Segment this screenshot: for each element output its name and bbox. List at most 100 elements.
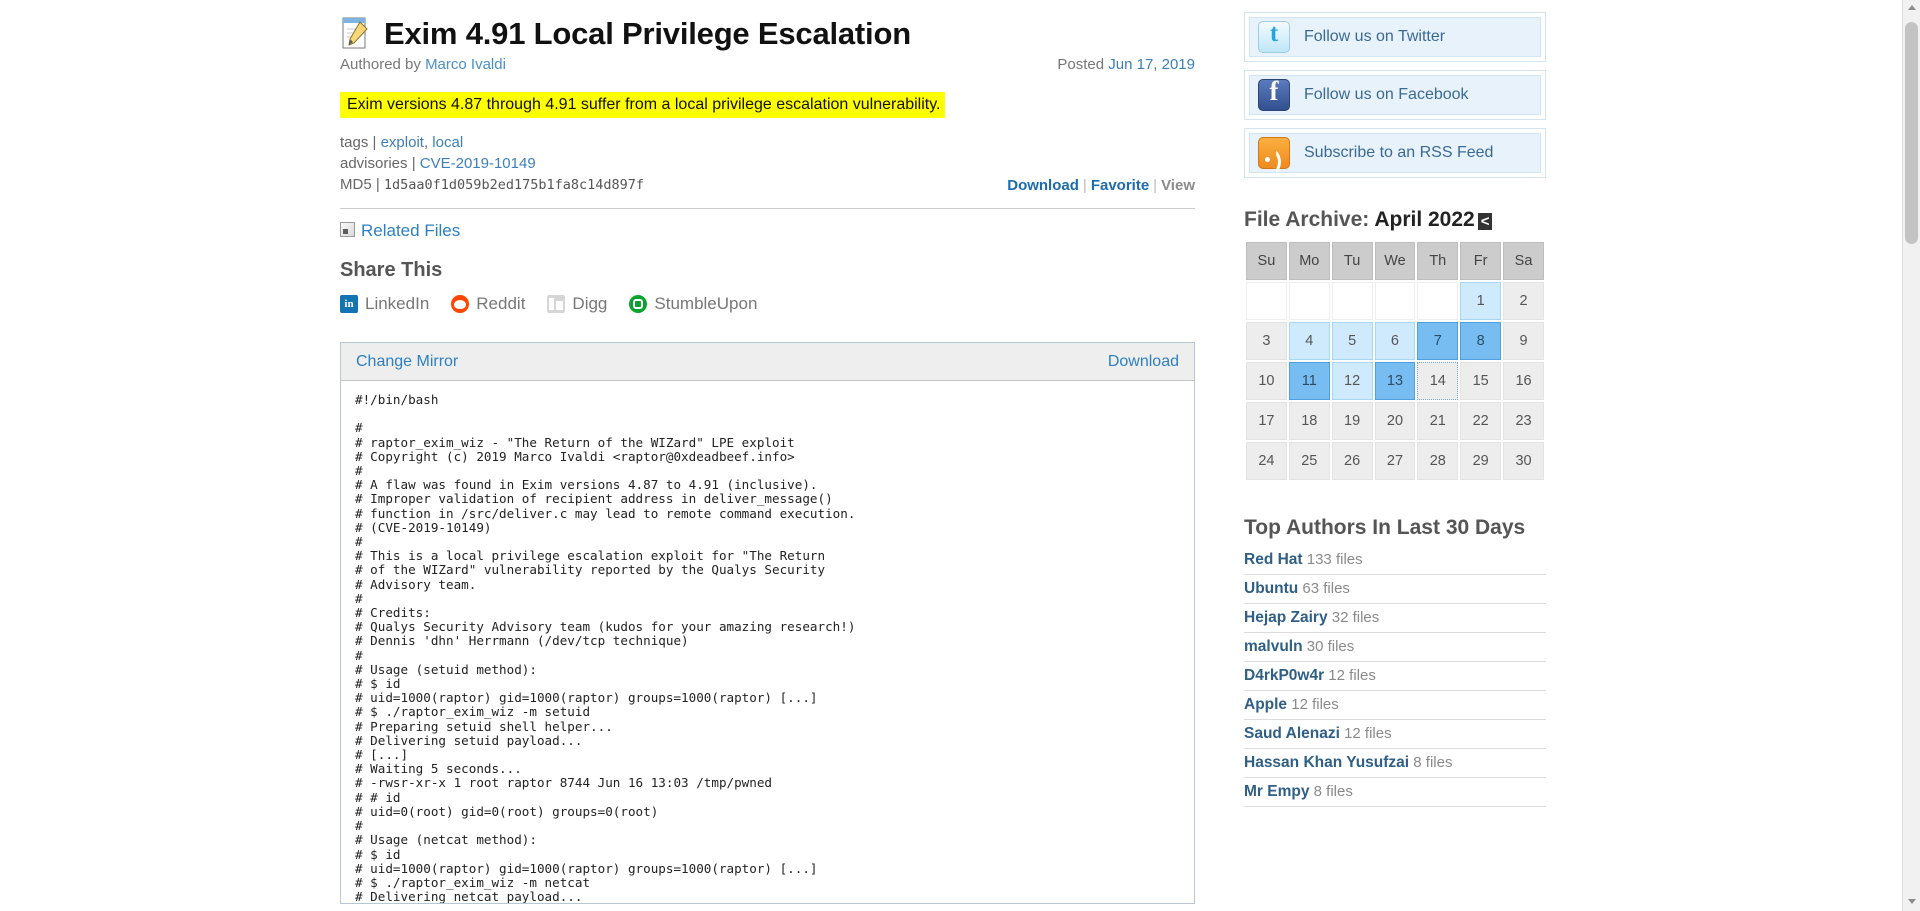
code-content: #!/bin/bash # # raptor_exim_wiz - "The R… [341,381,1194,903]
calendar-day-21[interactable]: 21 [1417,402,1458,440]
rss-subscribe-link[interactable]: Subscribe to an RSS Feed [1304,144,1493,162]
top-author-name: Ubuntu [1244,580,1298,597]
top-authors-list: Red Hat 133 filesUbuntu 63 filesHejap Za… [1244,546,1546,807]
archive-calendar: Su Mo Tu We Th Fr Sa 1234567891011121314… [1244,240,1546,482]
change-mirror-link[interactable]: Change Mirror [356,353,458,371]
facebook-follow-link[interactable]: Follow us on Facebook [1304,86,1469,104]
calendar-day-empty [1332,282,1373,320]
calendar-day-18[interactable]: 18 [1289,402,1330,440]
calendar-day-27[interactable]: 27 [1375,442,1416,480]
top-author-name: Hejap Zairy [1244,609,1328,626]
top-author-item[interactable]: D4rkP0w4r 12 files [1244,662,1546,691]
posted-date-link[interactable]: Jun 17, 2019 [1108,56,1195,73]
rss-subscribe-row[interactable]: Subscribe to an RSS Feed [1249,133,1541,173]
code-download-link[interactable]: Download [1108,353,1179,371]
article-meta: tags | exploit, local advisories | CVE-2… [340,132,1195,196]
author-link[interactable]: Marco Ivaldi [425,56,506,73]
top-author-item[interactable]: Apple 12 files [1244,691,1546,720]
summary-highlight: Exim versions 4.87 through 4.91 suffer f… [340,92,945,118]
scroll-up-button[interactable] [1903,0,1920,17]
share-stumbleupon[interactable]: StumbleUpon [629,294,757,314]
calendar-day-2[interactable]: 2 [1503,282,1544,320]
top-author-item[interactable]: Mr Empy 8 files [1244,778,1546,807]
article-column: Exim 4.91 Local Privilege Escalation Aut… [340,0,1195,904]
calendar-day-26[interactable]: 26 [1332,442,1373,480]
share-digg[interactable]: Digg [547,294,607,314]
top-author-item[interactable]: malvuln 30 files [1244,633,1546,662]
view-link[interactable]: View [1161,177,1195,194]
calendar-day-20[interactable]: 20 [1375,402,1416,440]
twitter-follow-link[interactable]: Follow us on Twitter [1304,28,1445,46]
top-author-item[interactable]: Red Hat 133 files [1244,546,1546,575]
calendar-day-23[interactable]: 23 [1503,402,1544,440]
calendar-day-25[interactable]: 25 [1289,442,1330,480]
calendar-day-4[interactable]: 4 [1289,322,1330,360]
calendar-day-14[interactable]: 14 [1417,362,1458,400]
top-author-name: Red Hat [1244,551,1303,568]
calendar-day-29[interactable]: 29 [1460,442,1501,480]
calendar-day-22[interactable]: 22 [1460,402,1501,440]
authored-by-label: Authored by [340,56,425,73]
advisory-cve-link[interactable]: CVE-2019-10149 [420,155,536,172]
calendar-day-11[interactable]: 11 [1289,362,1330,400]
calendar-day-15[interactable]: 15 [1460,362,1501,400]
calendar-weekday: Tu [1332,242,1373,280]
favorite-link[interactable]: Favorite [1091,177,1149,194]
twitter-icon [1258,21,1290,53]
md5-label: MD5 | [340,176,384,193]
tag-exploit[interactable]: exploit [381,134,424,151]
scrollbar-thumb[interactable] [1905,22,1918,244]
calendar-day-9[interactable]: 9 [1503,322,1544,360]
social-box-rss: Subscribe to an RSS Feed [1244,128,1546,178]
social-links: Follow us on Twitter Follow us on Facebo… [1244,12,1546,178]
calendar-weekday: Fr [1460,242,1501,280]
calendar-day-24[interactable]: 24 [1246,442,1287,480]
document-pencil-icon [340,16,372,52]
calendar-day-28[interactable]: 28 [1417,442,1458,480]
calendar-day-19[interactable]: 19 [1332,402,1373,440]
calendar-week-row: 24252627282930 [1246,442,1544,480]
related-files-link[interactable]: Related Files [361,221,460,240]
calendar-day-8[interactable]: 8 [1460,322,1501,360]
action-separator-1: | [1079,177,1091,194]
download-link[interactable]: Download [1007,177,1079,194]
facebook-follow-row[interactable]: Follow us on Facebook [1249,75,1541,115]
share-this-heading: Share This [340,259,1195,282]
calendar-day-6[interactable]: 6 [1375,322,1416,360]
top-author-item[interactable]: Ubuntu 63 files [1244,575,1546,604]
top-author-item[interactable]: Hejap Zairy 32 files [1244,604,1546,633]
code-panel: Change Mirror Download #!/bin/bash # # r… [340,342,1195,904]
calendar-day-10[interactable]: 10 [1246,362,1287,400]
top-author-item[interactable]: Saud Alenazi 12 files [1244,720,1546,749]
calendar-weekday-row: Su Mo Tu We Th Fr Sa [1246,242,1544,280]
prev-month-button[interactable]: < [1478,213,1493,230]
calendar-day-12[interactable]: 12 [1332,362,1373,400]
calendar-day-17[interactable]: 17 [1246,402,1287,440]
twitter-follow-row[interactable]: Follow us on Twitter [1249,17,1541,57]
related-files-row: Related Files [340,221,1195,241]
top-authors-heading: Top Authors In Last 30 Days [1244,516,1546,540]
reddit-icon [451,295,469,313]
scroll-down-button[interactable] [1903,894,1920,911]
share-reddit[interactable]: Reddit [451,294,525,314]
calendar-day-13[interactable]: 13 [1375,362,1416,400]
top-author-name: Saud Alenazi [1244,725,1340,742]
page-scrollbar[interactable] [1902,0,1920,911]
calendar-day-3[interactable]: 3 [1246,322,1287,360]
top-author-item[interactable]: Hassan Khan Yusufzai 8 files [1244,749,1546,778]
social-box-facebook: Follow us on Facebook [1244,70,1546,120]
tags-label: tags | [340,134,381,151]
share-linkedin[interactable]: in LinkedIn [340,294,429,314]
calendar-day-16[interactable]: 16 [1503,362,1544,400]
calendar-day-1[interactable]: 1 [1460,282,1501,320]
calendar-day-7[interactable]: 7 [1417,322,1458,360]
calendar-day-30[interactable]: 30 [1503,442,1544,480]
share-stumbleupon-label: StumbleUpon [654,294,757,314]
linkedin-icon: in [340,295,358,313]
top-author-file-count: 32 files [1328,609,1380,626]
calendar-day-5[interactable]: 5 [1332,322,1373,360]
sidebar: Follow us on Twitter Follow us on Facebo… [1244,0,1546,807]
byline-row: Authored by Marco Ivaldi Posted Jun 17, … [340,56,1195,78]
tag-local[interactable]: local [432,134,463,151]
top-author-file-count: 12 files [1340,725,1392,742]
